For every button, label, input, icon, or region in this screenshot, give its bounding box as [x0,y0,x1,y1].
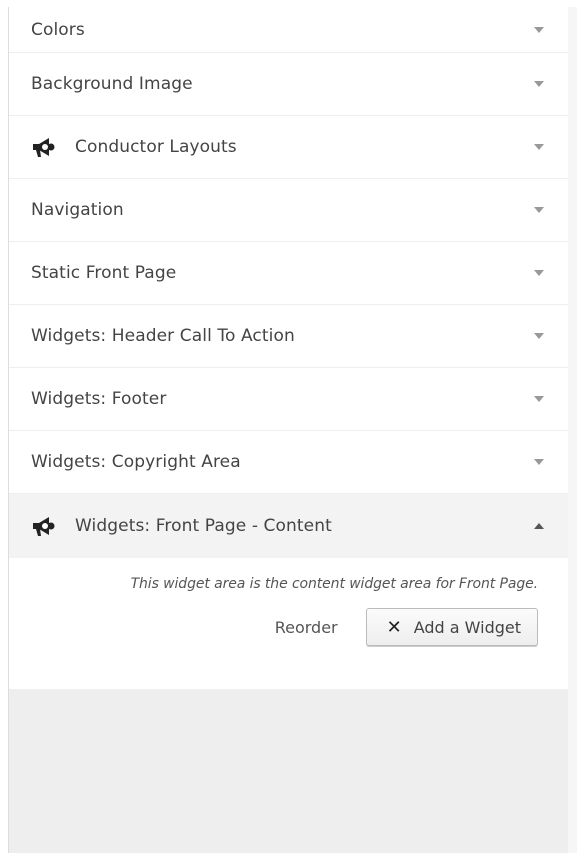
section-title: Widgets: Copyright Area [31,452,241,472]
chevron-down-icon [534,81,544,87]
section-static-front-page[interactable]: Static Front Page [9,242,568,305]
chevron-down-icon [534,144,544,150]
add-widget-label: Add a Widget [413,617,521,637]
section-title: Widgets: Footer [31,389,167,409]
section-title: Widgets: Header Call To Action [31,326,295,346]
section-widgets-copyright[interactable]: Widgets: Copyright Area [9,431,568,494]
section-conductor-layouts[interactable]: Conductor Layouts [9,116,568,179]
chevron-down-icon [534,396,544,402]
scroll-strip [568,7,577,853]
chevron-up-icon [534,523,544,529]
megaphone-icon [33,138,55,157]
section-widgets-footer[interactable]: Widgets: Footer [9,368,568,431]
chevron-down-icon [534,207,544,213]
section-background-image[interactable]: Background Image [9,53,568,116]
section-title: Conductor Layouts [75,137,237,157]
section-title: Navigation [31,200,124,220]
section-colors[interactable]: Colors [9,7,568,53]
section-widgets-front-page-content[interactable]: Widgets: Front Page - Content [9,494,568,558]
customizer-panel: Colors Background Image Conductor Layout… [8,7,568,853]
section-title: Background Image [31,74,193,94]
chevron-down-icon [534,459,544,465]
widget-area-actions: Reorder ✕ Add a Widget [39,608,538,646]
widget-area-description: This widget area is the content widget a… [130,576,539,592]
reorder-link[interactable]: Reorder [275,618,338,637]
chevron-down-icon [534,26,544,33]
section-title: Static Front Page [31,263,177,283]
close-x-icon: ✕ [386,616,402,638]
widget-area-content: This widget area is the content widget a… [9,558,568,689]
add-widget-button[interactable]: ✕ Add a Widget [365,608,538,646]
section-title: Colors [31,19,85,40]
megaphone-icon [33,517,55,536]
chevron-down-icon [534,270,544,276]
section-widgets-header-cta[interactable]: Widgets: Header Call To Action [9,305,568,368]
section-navigation[interactable]: Navigation [9,179,568,242]
section-title: Widgets: Front Page - Content [75,516,332,536]
chevron-down-icon [534,333,544,339]
